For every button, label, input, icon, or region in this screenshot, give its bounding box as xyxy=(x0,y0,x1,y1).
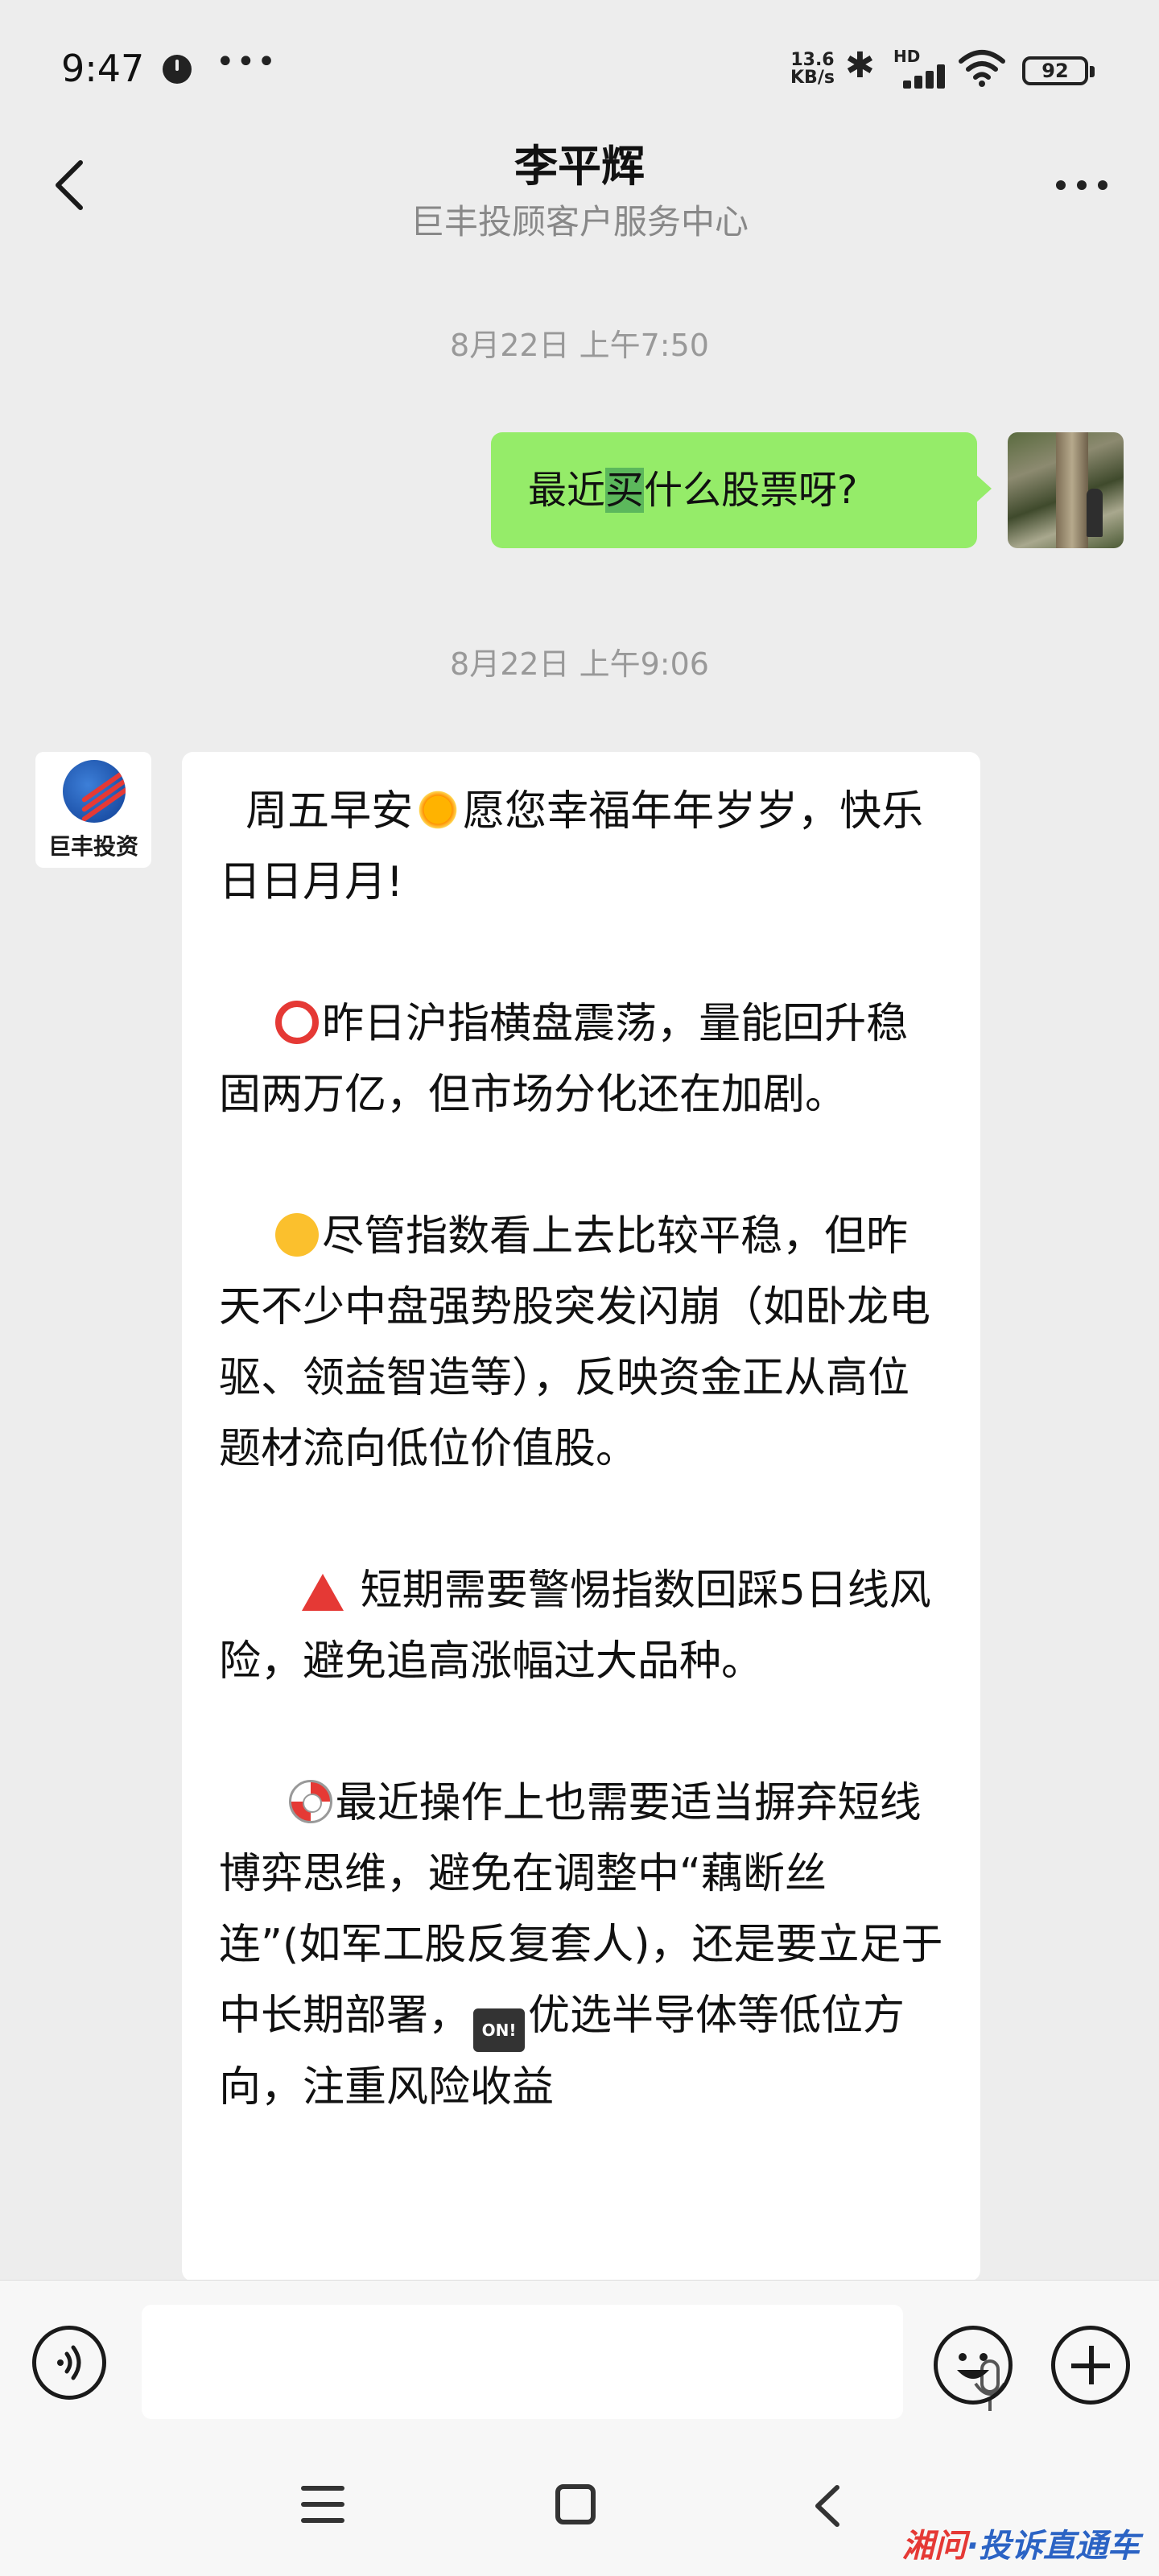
watermark: 湘问·投诉直通车 xyxy=(902,2520,1140,2566)
watermark-part2: ·投诉直通车 xyxy=(966,2528,1140,2565)
firm-logo-icon xyxy=(63,760,126,823)
hd-label: HD xyxy=(893,47,921,66)
wifi-icon xyxy=(959,50,1005,87)
message-text: 什么股票呀? xyxy=(644,468,858,513)
status-time: 9:47 xyxy=(61,47,145,90)
home-icon[interactable] xyxy=(555,2484,596,2524)
sun-with-face-icon xyxy=(416,788,460,832)
message-text: 周五早安 xyxy=(245,787,414,836)
message-text: 尽管指数看上去比较平稳，但昨天不少中盘强势股突发闪崩（如卧龙电驱、领益智造等），… xyxy=(219,1212,931,1473)
message-timestamp: 8月22日 上午7:50 xyxy=(450,328,709,363)
message-text: 昨日沪指横盘震荡，量能回升稳固两万亿，但市场分化还在加剧。 xyxy=(219,1000,909,1119)
message-paragraph: 尽管指数看上去比较平稳，但昨天不少中盘强势股突发闪崩（如卧龙电驱、领益智造等），… xyxy=(219,1201,943,1484)
cell-signal-icon xyxy=(892,64,945,89)
message-text: 最近 xyxy=(528,468,606,513)
smiley-icon xyxy=(957,2353,989,2379)
sender-avatar-label: 巨丰投资 xyxy=(47,833,138,860)
highlighted-text: 买 xyxy=(605,468,645,513)
outgoing-message-bubble[interactable]: 最近买什么股票呀? xyxy=(491,432,992,548)
message-paragraph: 周五早安 愿您幸福年年岁岁，快乐日日月月! xyxy=(219,776,943,918)
more-notifications-icon: ••• xyxy=(216,43,278,80)
incoming-message-bubble[interactable]: 周五早安 愿您幸福年年岁岁，快乐日日月月! 昨日沪指横盘震荡，量能回升稳固两万亿，… xyxy=(182,752,980,2281)
red-triangle-icon xyxy=(302,1574,344,1611)
watermark-part1: 湘问 xyxy=(901,2528,967,2565)
voice-input-button[interactable] xyxy=(32,2326,106,2400)
more-options-button[interactable] xyxy=(1046,159,1119,208)
message-paragraph: 最近操作上也需要适当摒弃短线博弈思维，避免在调整中“藕断丝连”(如军工股反复套人… xyxy=(219,1768,943,2123)
add-attachment-button[interactable] xyxy=(1051,2326,1130,2405)
message-timestamp: 8月22日 上午9:06 xyxy=(450,646,709,682)
my-avatar[interactable] xyxy=(1008,432,1124,548)
emoji-button[interactable] xyxy=(934,2326,1013,2405)
thinking-face-icon xyxy=(275,1213,320,1257)
bluetooth-icon: ✱ xyxy=(845,45,875,86)
network-speed: 13.6 KB/s xyxy=(790,50,835,88)
battery-indicator: 92 xyxy=(1022,56,1095,85)
red-circle-icon xyxy=(275,1001,320,1044)
notification-icon xyxy=(163,55,192,84)
avatar-photo-tree xyxy=(1056,432,1088,548)
sender-avatar[interactable]: 巨丰投资 xyxy=(35,752,151,868)
system-back-icon[interactable] xyxy=(808,2484,848,2528)
ring-buoy-icon xyxy=(288,1780,332,1823)
chat-title: 李平辉 xyxy=(514,141,645,192)
avatar-photo-person xyxy=(1087,489,1103,537)
message-input-bar xyxy=(0,2280,1159,2434)
voice-wave-icon xyxy=(57,2345,81,2380)
chat-header: 李平辉 巨丰投顾客户服务中心 xyxy=(0,121,1159,258)
chat-subtitle: 巨丰投顾客户服务中心 xyxy=(410,202,749,242)
message-text-input[interactable] xyxy=(142,2305,1006,2419)
message-paragraph: 昨日沪指横盘震荡，量能回升稳固两万亿，但市场分化还在加剧。 xyxy=(219,989,943,1130)
recent-apps-icon[interactable] xyxy=(301,2486,344,2523)
on-arrow-icon: ON! xyxy=(473,2008,526,2052)
message-paragraph: 短期需要警惕指数回踩5日线风险，避免追高涨幅过大品种。 xyxy=(219,1555,943,1697)
